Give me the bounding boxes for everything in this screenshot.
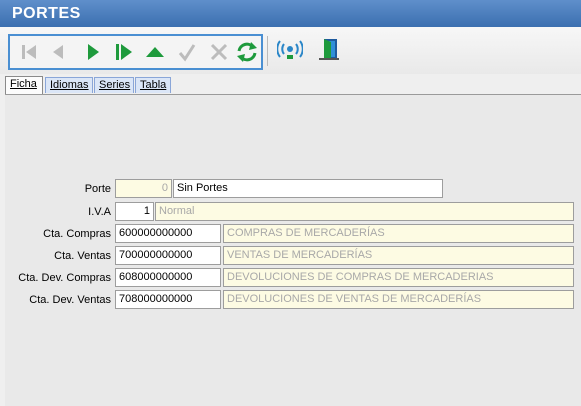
toolbar bbox=[0, 27, 581, 74]
exit-button[interactable] bbox=[316, 37, 342, 61]
next-record-button[interactable] bbox=[80, 40, 106, 64]
broadcast-button[interactable] bbox=[277, 37, 303, 61]
first-record-icon bbox=[22, 45, 36, 59]
cta-dev-compras-description-field: DEVOLUCIONES DE COMPRAS DE MERCADERIAS bbox=[223, 268, 574, 287]
insert-up-icon bbox=[146, 47, 164, 57]
iva-code-field[interactable]: 1 bbox=[115, 202, 154, 221]
exit-door-icon bbox=[319, 39, 339, 60]
cta-compras-account-field[interactable]: 600000000000 bbox=[115, 224, 221, 243]
cta-dev-ventas-label: Cta. Dev. Ventas bbox=[29, 294, 111, 306]
tab-ficha[interactable]: Ficha bbox=[5, 76, 43, 95]
cta-ventas-label: Cta. Ventas bbox=[54, 250, 111, 262]
porte-name-field[interactable]: Sin Portes bbox=[173, 179, 443, 198]
insert-up-button[interactable] bbox=[142, 40, 168, 64]
cta-dev-ventas-account-field[interactable]: 708000000000 bbox=[115, 290, 221, 309]
porte-label: Porte bbox=[84, 183, 111, 195]
cta-dev-compras-account-field[interactable]: 608000000000 bbox=[115, 268, 221, 287]
accept-button[interactable] bbox=[174, 40, 200, 64]
refresh-button[interactable] bbox=[234, 40, 260, 64]
cta-compras-description-field: COMPRAS DE MERCADERÍAS bbox=[223, 224, 574, 243]
iva-label: I.V.A bbox=[88, 206, 111, 218]
first-record-button[interactable] bbox=[16, 40, 42, 64]
cta-ventas-description-field: VENTAS DE MERCADERÍAS bbox=[223, 246, 574, 265]
previous-record-icon bbox=[53, 45, 63, 59]
next-record-icon bbox=[88, 44, 99, 60]
tab-idiomas[interactable]: Idiomas bbox=[45, 77, 93, 93]
last-record-icon bbox=[116, 44, 132, 60]
toolbar-separator bbox=[267, 36, 268, 66]
cta-ventas-account-field[interactable]: 700000000000 bbox=[115, 246, 221, 265]
previous-record-button[interactable] bbox=[45, 40, 71, 64]
iva-name-field: Normal bbox=[155, 202, 574, 221]
tab-series[interactable]: Series bbox=[94, 77, 134, 93]
accept-check-icon bbox=[178, 44, 196, 62]
porte-code-field[interactable]: 0 bbox=[115, 179, 172, 198]
cancel-button[interactable] bbox=[206, 40, 232, 64]
cta-dev-ventas-description-field: DEVOLUCIONES DE VENTAS DE MERCADERÍAS bbox=[223, 290, 574, 309]
tab-tabla[interactable]: Tabla bbox=[135, 77, 171, 93]
broadcast-icon bbox=[277, 40, 303, 59]
cta-compras-label: Cta. Compras bbox=[43, 228, 111, 240]
refresh-icon bbox=[237, 42, 257, 62]
last-record-button[interactable] bbox=[111, 40, 137, 64]
cta-dev-compras-label: Cta. Dev. Compras bbox=[18, 272, 111, 284]
window-title: PORTES bbox=[0, 0, 581, 27]
cancel-x-icon bbox=[210, 43, 228, 61]
ficha-panel: Porte 0 Sin Portes I.V.A 1 Normal Cta. C… bbox=[5, 94, 581, 406]
navigation-button-group bbox=[8, 34, 263, 70]
